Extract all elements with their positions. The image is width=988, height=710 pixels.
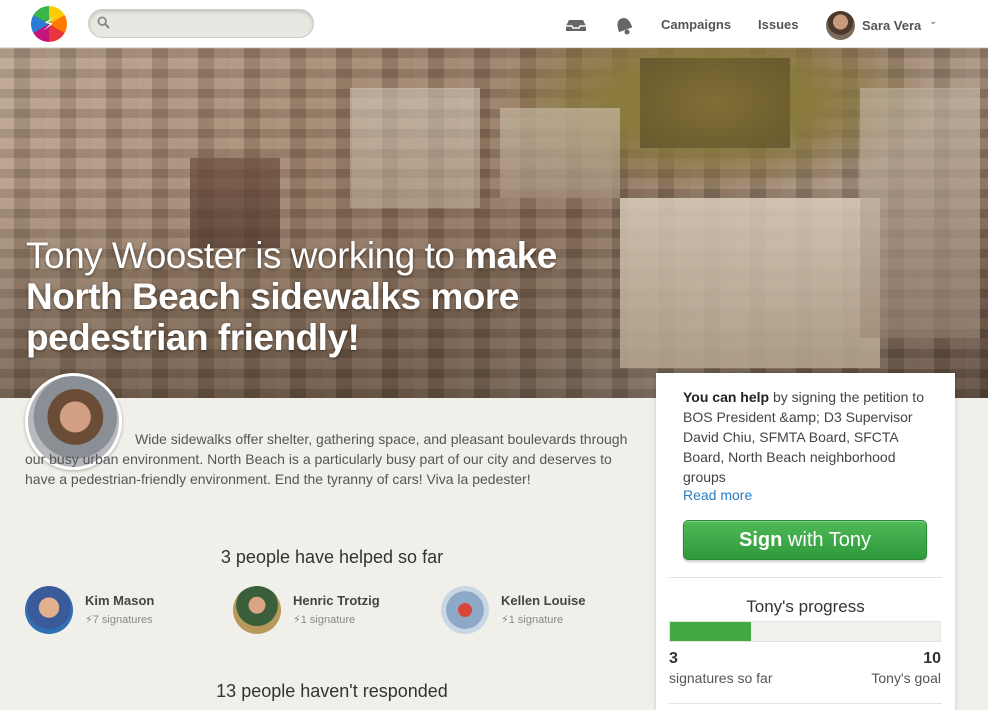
user-name[interactable]: Sara Vera	[862, 18, 921, 33]
helper-name[interactable]: Henric Trotzig	[293, 593, 380, 608]
messages-icon[interactable]	[563, 14, 589, 36]
hero-title-light: Tony Wooster is working to	[26, 235, 465, 276]
divider	[669, 577, 942, 578]
top-nav: ⚡ Campaigns Issues Sara Vera ⌄	[0, 0, 988, 48]
read-more-link[interactable]: Read more	[683, 487, 752, 503]
sign-button-bold: Sign	[739, 529, 783, 551]
hero-hill	[640, 58, 790, 148]
helper-signatures: ⚡1 signature	[501, 614, 564, 626]
petition-panel: You can help by signing the petition to …	[656, 373, 955, 710]
progress-title: Tony's progress	[746, 597, 865, 616]
user-avatar[interactable]	[826, 11, 855, 40]
helped-heading: 3 people have helped so far	[220, 547, 444, 567]
campaign-description: Wide sidewalks offer shelter, gathering …	[25, 429, 635, 489]
hero-banner: Tony Wooster is working to make North Be…	[0, 48, 988, 398]
helper-signatures: ⚡7 signatures	[85, 614, 153, 626]
divider	[669, 703, 942, 704]
helper-avatar[interactable]	[441, 586, 489, 634]
hero-title: Tony Wooster is working to make North Be…	[26, 235, 586, 358]
signatures-label: signatures so far	[669, 670, 773, 686]
logo-bolt-icon: ⚡	[42, 13, 56, 34]
search-box[interactable]	[88, 9, 314, 38]
helper-avatar[interactable]	[233, 586, 281, 634]
helper-name[interactable]: Kellen Louise	[501, 593, 586, 608]
helper-signatures: ⚡1 signature	[293, 614, 356, 626]
helper-avatar[interactable]	[25, 586, 73, 634]
progress-bar	[669, 621, 941, 642]
goal-label: Tony's goal	[871, 670, 941, 686]
description-text: Wide sidewalks offer shelter, gathering …	[25, 431, 628, 487]
hero-building	[500, 108, 620, 198]
goal-count: 10	[923, 650, 941, 667]
hero-building	[860, 88, 980, 338]
search-input[interactable]	[115, 13, 305, 34]
helper-name[interactable]: Kim Mason	[85, 593, 154, 608]
chevron-down-icon[interactable]: ⌄	[929, 16, 937, 27]
sign-button-rest: with Tony	[782, 529, 871, 551]
help-text: You can help by signing the petition to …	[683, 387, 938, 487]
search-icon	[97, 16, 110, 29]
progress-bar-fill	[670, 622, 751, 641]
logo[interactable]: ⚡	[31, 6, 67, 42]
help-text-bold: You can help	[683, 389, 770, 405]
notifications-icon[interactable]	[611, 14, 637, 36]
hero-building	[620, 198, 880, 368]
sign-button[interactable]: Sign with Tony	[683, 520, 927, 560]
nav-link-issues[interactable]: Issues	[758, 17, 798, 32]
hero-building	[350, 88, 480, 208]
signatures-count: 3	[669, 650, 678, 667]
nav-link-campaigns[interactable]: Campaigns	[661, 17, 731, 32]
not-responded-heading: 13 people haven't responded	[216, 681, 448, 701]
